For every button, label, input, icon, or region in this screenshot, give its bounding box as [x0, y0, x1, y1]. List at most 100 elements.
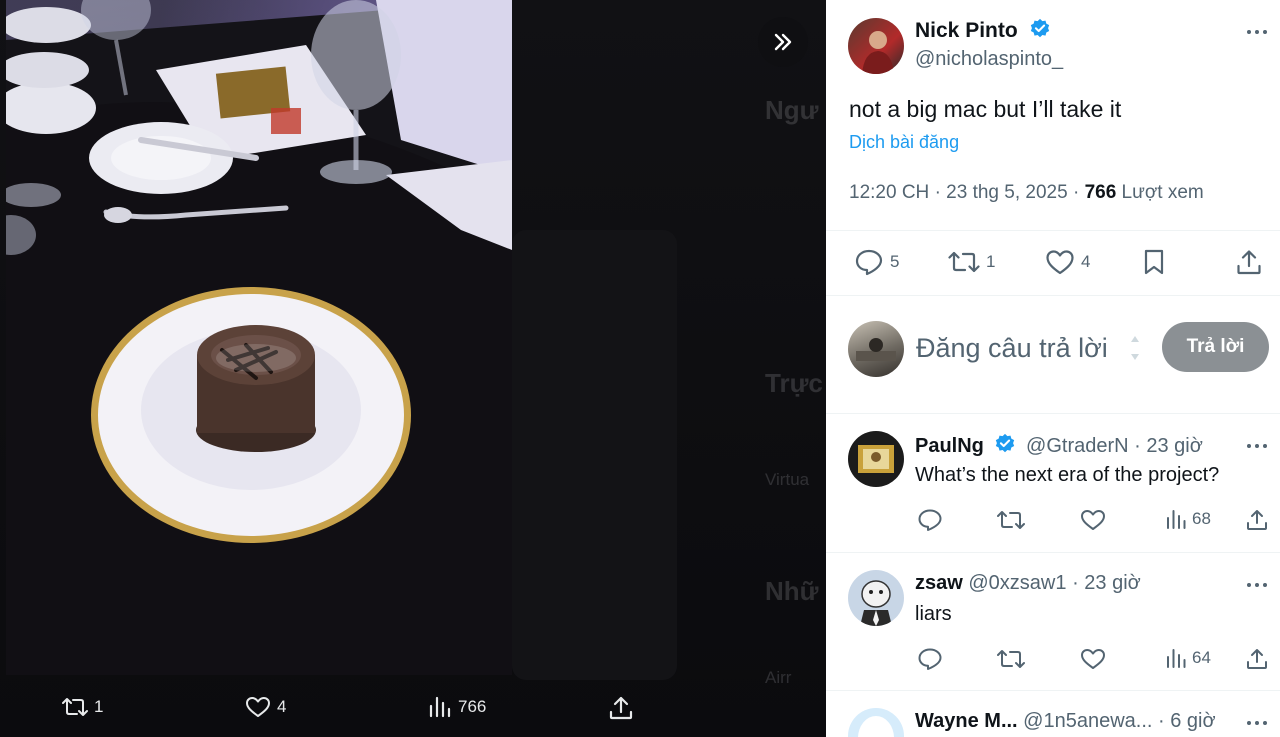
reply-time[interactable]: 23 giờ	[1146, 435, 1202, 457]
tweet-detail-panel: Nick Pinto @nicholaspinto_ not a big mac…	[826, 0, 1280, 737]
more-icon	[1247, 30, 1267, 34]
separator: ·	[1072, 572, 1085, 594]
like-action[interactable]: 4	[1045, 248, 1090, 276]
verified-badge-icon	[996, 433, 1015, 453]
more-icon	[1247, 444, 1267, 448]
views-label: Lượt xem	[1121, 182, 1204, 203]
tweet-photo[interactable]	[6, 0, 512, 675]
background-text: Airr	[765, 668, 792, 687]
avatar[interactable]	[848, 570, 904, 626]
spinner-arrows-icon	[1131, 336, 1139, 360]
media-viewer: Ngư Trực Nhữ Virtua Airr 1 4 766	[0, 0, 826, 737]
reply-author-handle[interactable]: @GtraderN	[1026, 435, 1129, 457]
reply-input[interactable]	[916, 326, 1116, 370]
share-action[interactable]	[1245, 647, 1274, 671]
heart-icon	[1081, 510, 1105, 530]
more-options-button[interactable]	[1246, 438, 1268, 454]
reply-action[interactable]	[917, 647, 948, 671]
reply-icon	[918, 648, 942, 670]
my-avatar[interactable]	[848, 321, 904, 377]
tweet-time[interactable]: 12:20 CH	[849, 182, 929, 203]
share-action[interactable]	[1245, 508, 1274, 532]
share-icon	[1247, 649, 1267, 669]
tweet-text: not a big mac but I’ll take it	[849, 96, 1122, 122]
reply-action[interactable]: 5	[854, 248, 899, 276]
translate-link[interactable]: Dịch bài đăng	[849, 132, 959, 153]
author-name-row[interactable]: Nick Pinto	[915, 18, 1055, 43]
views-action[interactable]: 68	[1165, 508, 1211, 530]
reply-time[interactable]: 23 giờ	[1084, 572, 1140, 594]
repost-action[interactable]	[997, 647, 1030, 671]
reply-item[interactable]: zsaw @0xzsaw1 · 23 giờ liars 64	[826, 553, 1280, 691]
user-photo-icon	[858, 716, 894, 737]
reply-item[interactable]: Wayne M... @1n5anewa... · 6 giờ	[826, 691, 1280, 737]
bookmark-icon	[1144, 249, 1164, 275]
avatar[interactable]	[848, 431, 904, 487]
tweet-date[interactable]: 23 thg 5, 2025	[946, 182, 1068, 203]
reply-author-name[interactable]: PaulNg	[915, 435, 984, 457]
reply-action[interactable]	[917, 508, 948, 532]
reply-button[interactable]: Trả lời	[1162, 322, 1269, 372]
reply-text: What’s the next era of the project?	[915, 464, 1220, 486]
heart-icon	[1081, 649, 1105, 669]
more-options-button[interactable]	[1246, 715, 1268, 731]
like-action[interactable]	[1080, 647, 1111, 671]
reply-author-name[interactable]: zsaw	[915, 572, 963, 594]
like-action[interactable]	[1080, 508, 1111, 532]
author-handle[interactable]: @nicholaspinto_	[915, 48, 1063, 71]
media-like-button[interactable]: 4	[245, 695, 286, 719]
repost-count: 1	[986, 252, 996, 271]
more-icon	[1247, 583, 1267, 587]
avatar[interactable]	[848, 708, 904, 737]
repost-icon	[997, 511, 1025, 529]
user-photo-icon	[860, 580, 892, 626]
author-name[interactable]: Nick Pinto	[915, 19, 1018, 42]
reply-icon	[918, 509, 942, 531]
views-icon	[1167, 510, 1186, 529]
media-views-button[interactable]: 766	[428, 695, 486, 719]
separator: ·	[934, 182, 947, 203]
views-action[interactable]: 64	[1165, 647, 1211, 669]
share-icon	[609, 696, 633, 720]
share-action[interactable]	[1235, 248, 1269, 276]
views-count: 68	[1192, 509, 1211, 528]
views-count: 64	[1192, 648, 1211, 667]
more-options-button[interactable]	[1246, 577, 1268, 593]
separator: ·	[1134, 435, 1147, 457]
reply-action-bar: 64	[915, 647, 1275, 673]
background-panel	[512, 230, 677, 680]
bookmark-action[interactable]	[1141, 248, 1173, 276]
repost-action[interactable]: 1	[948, 248, 995, 276]
heart-icon	[1046, 250, 1074, 275]
reply-text: liars	[915, 603, 952, 625]
reply-author-name[interactable]: Wayne M...	[915, 710, 1018, 732]
reply-author-handle[interactable]: @0xzsaw1	[968, 572, 1066, 594]
media-repost-button[interactable]: 1	[62, 695, 103, 719]
share-icon	[1247, 510, 1267, 530]
repost-action[interactable]	[997, 508, 1030, 532]
reply-icon	[855, 249, 883, 276]
views-icon	[429, 696, 451, 718]
media-action-bar: 1 4 766	[0, 683, 676, 737]
expand-panel-button[interactable]	[758, 17, 808, 67]
reply-item[interactable]: PaulNg @GtraderN · 23 giờ What’s the nex…	[826, 414, 1280, 553]
double-chevron-right-icon	[774, 33, 792, 51]
media-share-button[interactable]	[608, 695, 640, 721]
background-text: Nhữ	[765, 576, 819, 606]
background-text: Trực	[765, 368, 823, 398]
reply-time[interactable]: 6 giờ	[1170, 710, 1215, 732]
repost-icon	[948, 251, 980, 273]
background-text: Ngư	[765, 95, 819, 125]
media-views-count: 766	[458, 697, 487, 716]
user-photo-icon	[858, 445, 894, 473]
user-photo-icon	[856, 338, 896, 361]
input-spinner[interactable]	[1129, 330, 1141, 366]
media-repost-count: 1	[94, 697, 104, 716]
more-options-button[interactable]	[1246, 24, 1268, 40]
reply-author-handle[interactable]: @1n5anewa...	[1023, 710, 1152, 732]
avatar[interactable]	[848, 18, 904, 74]
background-text: Virtua	[765, 470, 810, 489]
separator: ·	[1158, 710, 1171, 732]
media-like-count: 4	[277, 697, 287, 716]
user-photo-icon	[862, 31, 894, 74]
